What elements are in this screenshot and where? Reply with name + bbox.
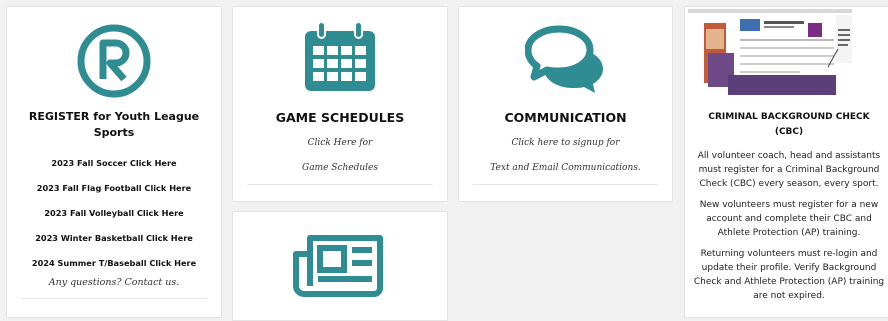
divider	[21, 298, 207, 299]
cbc-body: All volunteer coach, head and assistants…	[691, 149, 887, 310]
cbc-screenshot-thumbnail[interactable]	[688, 9, 852, 95]
cbc-paragraph: Returning volunteers must re-login and u…	[693, 249, 885, 301]
register-link-summer-tball[interactable]: 2024 Summer T/Baseball Click Here	[7, 251, 221, 276]
calendar-icon	[233, 19, 447, 95]
chat-bubbles-icon	[459, 25, 672, 93]
register-card: REGISTER for Youth League Sports 2023 Fa…	[6, 6, 222, 318]
communication-card[interactable]: COMMUNICATION Click here to signup for T…	[458, 6, 673, 202]
cbc-card: CRIMINAL BACKGROUND CHECK (CBC) All volu…	[684, 6, 888, 318]
divider	[247, 184, 433, 185]
divider	[473, 184, 658, 185]
game-schedules-line1[interactable]: Click Here for	[233, 138, 447, 148]
register-link-fall-volleyball[interactable]: 2023 Fall Volleyball Click Here	[7, 201, 221, 226]
cbc-title: CRIMINAL BACKGROUND CHECK (CBC)	[708, 112, 870, 137]
cbc-paragraph: All volunteer coach, head and assistants…	[697, 151, 881, 189]
communication-line1[interactable]: Click here to signup for	[459, 138, 672, 148]
news-card[interactable]	[232, 211, 448, 321]
game-schedules-title: GAME SCHEDULES	[275, 110, 405, 125]
communication-title: COMMUNICATION	[504, 110, 627, 125]
register-link-fall-soccer[interactable]: 2023 Fall Soccer Click Here	[7, 151, 221, 176]
game-schedules-line2[interactable]: Game Schedules	[233, 163, 447, 173]
registered-trademark-icon	[7, 23, 221, 99]
cbc-paragraph: New volunteers must register for a new a…	[699, 200, 879, 238]
communication-line2[interactable]: Text and Email Communications.	[459, 163, 672, 173]
register-title: REGISTER for Youth League Sports	[28, 110, 200, 139]
register-link-winter-basketball[interactable]: 2023 Winter Basketball Click Here	[7, 226, 221, 251]
contact-us-link[interactable]: Any questions? Contact us.	[7, 277, 221, 288]
game-schedules-card[interactable]: GAME SCHEDULES Click Here for Game Sched…	[232, 6, 448, 202]
register-link-fall-flag-football[interactable]: 2023 Fall Flag Football Click Here	[7, 176, 221, 201]
newspaper-icon	[233, 232, 447, 298]
register-links: 2023 Fall Soccer Click Here 2023 Fall Fl…	[7, 151, 221, 276]
